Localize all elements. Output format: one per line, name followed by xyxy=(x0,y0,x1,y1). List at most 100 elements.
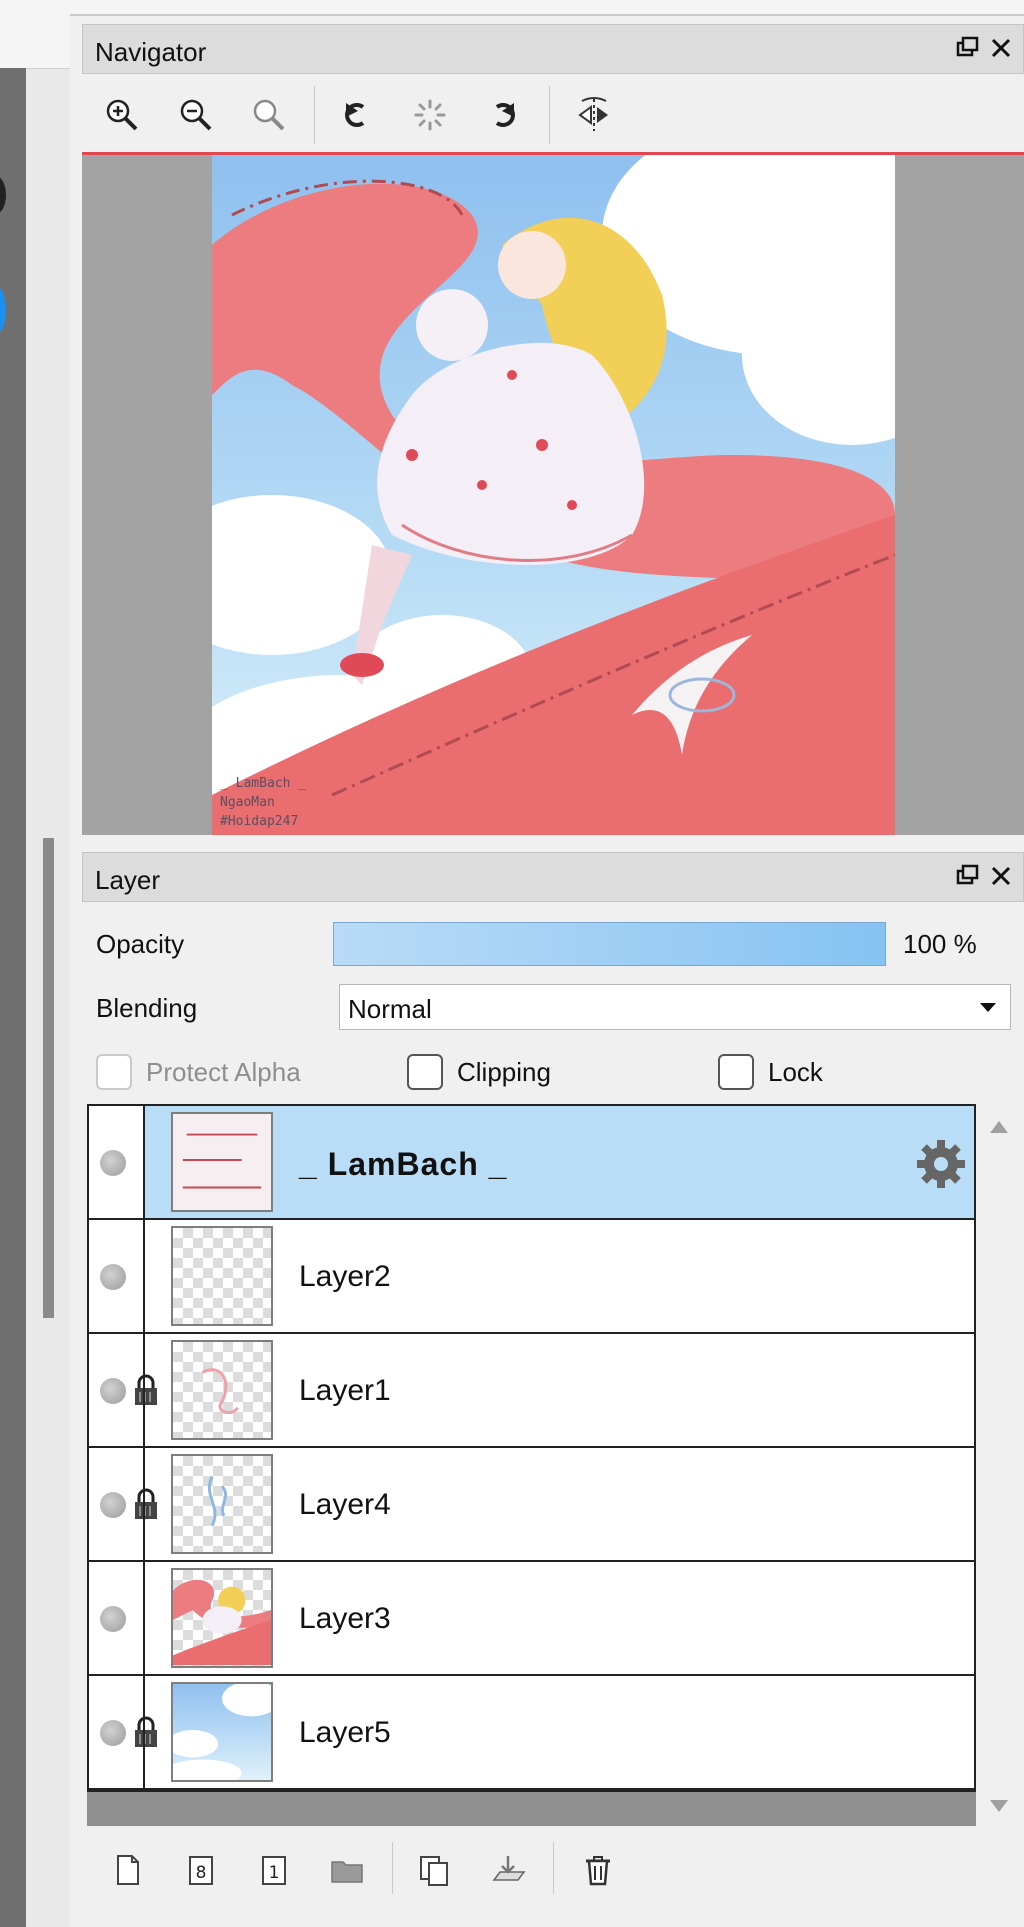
artwork-preview xyxy=(212,155,895,835)
blending-label: Blending xyxy=(96,993,198,1023)
lock-icon xyxy=(135,1488,157,1519)
toolbar-separator xyxy=(314,86,315,144)
duplicate-layer-button[interactable] xyxy=(412,1848,456,1892)
sketch-thumbnail xyxy=(207,1475,228,1527)
visibility-toggle[interactable] xyxy=(100,1150,126,1176)
layer-list-footer xyxy=(87,1792,976,1826)
flip-horizontal-button[interactable] xyxy=(570,91,618,139)
canvas-edge xyxy=(0,68,26,1927)
character-thumbnail xyxy=(173,1579,271,1666)
layer-thumbnail xyxy=(171,1454,273,1554)
layer-name: _ LamBach _ xyxy=(299,1146,508,1182)
visibility-toggle[interactable] xyxy=(100,1492,126,1518)
navigator-title: Navigator xyxy=(95,37,207,67)
new-layer-button[interactable] xyxy=(106,1848,150,1892)
protect-alpha-checkbox[interactable] xyxy=(96,1054,132,1090)
layer-row[interactable]: Layer4 xyxy=(89,1448,974,1562)
layer-row[interactable]: Layer2 xyxy=(89,1220,974,1334)
new-8bit-layer-button[interactable]: 8 xyxy=(179,1848,223,1892)
layer-row[interactable]: Layer3 xyxy=(89,1562,974,1676)
clipping-label: Clipping xyxy=(457,1057,551,1087)
svg-text:1: 1 xyxy=(269,1863,280,1883)
layer-float-button[interactable] xyxy=(953,861,983,891)
protect-alpha-label: Protect Alpha xyxy=(146,1057,301,1087)
left-dock-tab[interactable] xyxy=(0,14,70,69)
layer-close-button[interactable] xyxy=(986,861,1016,891)
layer-row[interactable]: Layer1 xyxy=(89,1334,974,1448)
layer-name: Layer3 xyxy=(299,1602,391,1635)
rotate-right-button[interactable] xyxy=(480,91,528,139)
scroll-up-icon[interactable] xyxy=(990,1121,1008,1133)
lock-icon xyxy=(135,1716,157,1747)
lock-label: Lock xyxy=(768,1057,823,1087)
navigator-toolbar xyxy=(82,78,1024,152)
layer-thumbnail xyxy=(171,1568,273,1668)
left-scrollbar[interactable] xyxy=(43,838,54,1318)
new-1bit-layer-button[interactable]: 1 xyxy=(252,1848,296,1892)
reset-rotation-button[interactable] xyxy=(406,91,454,139)
navigator-close-button[interactable] xyxy=(986,33,1016,63)
layer-row[interactable]: _ LamBach _ xyxy=(89,1106,974,1220)
merge-down-icon xyxy=(492,1856,526,1881)
chevron-down-icon xyxy=(980,1003,996,1012)
watermark-thumbnail xyxy=(182,1133,262,1189)
navigator-canvas-thumbnail[interactable] xyxy=(212,155,895,835)
visibility-toggle[interactable] xyxy=(100,1264,126,1290)
layer-thumbnail xyxy=(171,1340,273,1440)
watermark-line: _ LamBach _ xyxy=(220,776,307,791)
navigator-header: Navigator xyxy=(82,24,1024,74)
float-window-icon xyxy=(956,864,979,885)
visibility-toggle[interactable] xyxy=(100,1378,126,1404)
rotate-left-button[interactable] xyxy=(332,91,380,139)
visibility-toggle[interactable] xyxy=(100,1720,126,1746)
layer-list: _ LamBach _ Layer2 Layer1 Layer4 Layer3 xyxy=(87,1104,976,1792)
new-folder-button[interactable] xyxy=(325,1848,369,1892)
toolbar-separator xyxy=(549,86,550,144)
layer-name: Layer5 xyxy=(299,1716,391,1749)
artwork-watermark: _ LamBach _ NgaoMan #Hoidap247 xyxy=(220,774,306,831)
opacity-label: Opacity xyxy=(96,929,185,959)
layer-title: Layer xyxy=(95,865,161,895)
trash-icon xyxy=(586,1856,610,1886)
zoom-fit-button[interactable] xyxy=(245,91,293,139)
layer-list-divider xyxy=(143,1106,145,1788)
layer-name: Layer4 xyxy=(299,1488,391,1521)
close-icon xyxy=(991,866,1011,886)
clipping-checkbox[interactable] xyxy=(407,1054,443,1090)
navigator-float-button[interactable] xyxy=(953,33,983,63)
lock-icon xyxy=(135,1374,157,1405)
delete-layer-button[interactable] xyxy=(576,1848,620,1892)
layer-name: Layer1 xyxy=(299,1374,391,1407)
canvas-edge-marker xyxy=(0,176,6,214)
blending-select[interactable]: Normal xyxy=(339,984,1011,1030)
opacity-value: 100 % xyxy=(903,929,977,959)
visibility-toggle[interactable] xyxy=(100,1606,126,1632)
rotate-left-icon xyxy=(345,103,365,127)
layer-header: Layer xyxy=(82,852,1024,902)
flip-horizontal-icon xyxy=(578,97,608,131)
lock-checkbox[interactable] xyxy=(718,1054,754,1090)
layer-name: Layer2 xyxy=(299,1260,391,1293)
toolbar-separator xyxy=(553,1842,554,1894)
sketch-thumbnail xyxy=(201,1368,239,1415)
scroll-down-icon[interactable] xyxy=(990,1800,1008,1812)
gear-icon[interactable] xyxy=(913,1136,969,1192)
blending-value: Normal xyxy=(348,994,432,1024)
merge-down-button[interactable] xyxy=(486,1848,530,1892)
layer-row[interactable]: Layer5 xyxy=(89,1676,974,1790)
new-1bit-layer-icon: 1 xyxy=(262,1856,286,1885)
opacity-slider[interactable] xyxy=(333,922,886,966)
new-8bit-layer-icon: 8 xyxy=(189,1856,213,1885)
zoom-out-button[interactable] xyxy=(172,91,220,139)
float-window-icon xyxy=(956,36,979,57)
canvas-edge-indicator xyxy=(0,286,6,334)
zoom-in-button[interactable] xyxy=(98,91,146,139)
layer-thumbnail xyxy=(171,1112,273,1212)
rotate-right-icon xyxy=(495,103,515,127)
watermark-line: NgaoMan xyxy=(220,795,275,810)
watermark-line: #Hoidap247 xyxy=(220,814,299,829)
svg-text:8: 8 xyxy=(196,1863,207,1883)
sky-thumbnail xyxy=(173,1684,271,1780)
new-layer-icon xyxy=(117,1855,139,1885)
folder-icon xyxy=(331,1861,363,1883)
